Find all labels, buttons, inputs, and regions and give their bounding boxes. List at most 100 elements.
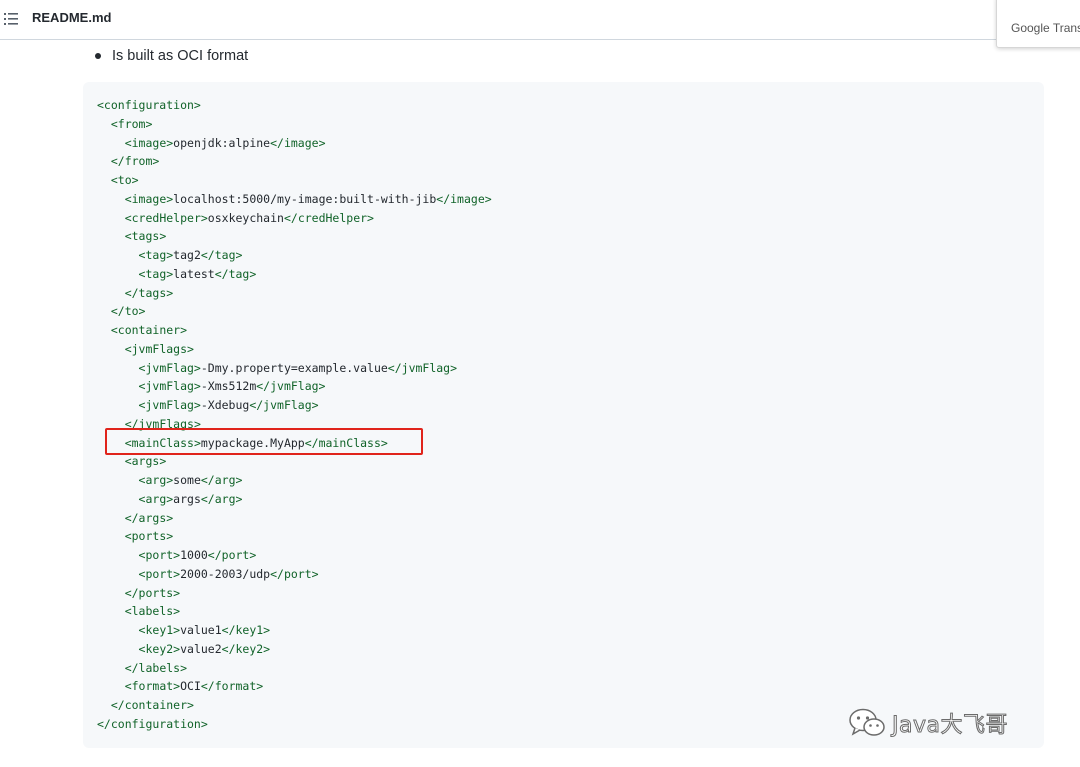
file-name: README.md	[32, 10, 112, 25]
xml-tag: <tag>	[138, 266, 174, 281]
xml-tag: </image>	[270, 135, 326, 150]
code-line: <arg>some</arg>	[97, 471, 492, 490]
xml-text: -Xms512m	[200, 379, 257, 394]
list-item: Is built as OCI format	[92, 46, 248, 66]
xml-text: -Xdebug	[200, 398, 250, 412]
xml-tag: </container>	[110, 698, 194, 712]
xml-tag: </from>	[110, 154, 160, 169]
file-header: README.md	[0, 0, 1080, 40]
code-line: <format>OCI</format>	[97, 677, 492, 696]
xml-tag: </ports>	[124, 585, 181, 600]
code-line: </to>	[97, 302, 492, 321]
xml-tag: <jvmFlag>	[138, 379, 201, 394]
code-line: <to>	[97, 171, 492, 190]
xml-tag: </arg>	[200, 473, 243, 487]
code-line: <tag>latest</tag>	[97, 265, 492, 284]
xml-tag: </labels>	[124, 660, 188, 675]
xml-text: openjdk:alpine	[173, 135, 271, 150]
xml-tag: </arg>	[200, 491, 243, 506]
xml-tag: </to>	[110, 304, 146, 319]
code-line: <credHelper>osxkeychain</credHelper>	[97, 209, 492, 228]
code-line: </labels>	[97, 659, 492, 678]
xml-text: args	[173, 491, 201, 506]
xml-tag: <image>	[124, 191, 174, 206]
xml-tag: <port>	[138, 548, 181, 562]
xml-tag: </port>	[207, 548, 257, 562]
code-line: <key1>value1</key1>	[97, 621, 492, 640]
xml-text: 2000-2003/udp	[180, 566, 271, 581]
watermark-text: Java大飞哥	[892, 713, 1008, 739]
xml-tag: <tag>	[138, 248, 174, 262]
code-line: <tag>tag2</tag>	[97, 246, 492, 265]
xml-tag: <jvmFlag>	[138, 360, 201, 375]
code-line: <jvmFlag>-Dmy.property=example.value</jv…	[97, 359, 492, 378]
xml-text: some	[173, 473, 201, 487]
code-line: <configuration>	[97, 96, 492, 115]
xml-tag: </tags>	[124, 285, 174, 300]
feature-list: Is built as OCI format	[92, 46, 248, 66]
code-line: <jvmFlags>	[97, 340, 492, 359]
table-of-contents-icon[interactable]	[4, 12, 18, 26]
xml-tag: </credHelper>	[283, 210, 374, 225]
xml-tag: <jvmFlags>	[124, 341, 194, 356]
watermark: Java大飞哥	[848, 705, 1008, 741]
list-item-text: Is built as OCI format	[112, 48, 249, 64]
xml-tag: </tag>	[200, 248, 243, 262]
xml-tag: <arg>	[138, 491, 174, 506]
xml-tag: <tags>	[124, 229, 167, 244]
xml-tag: <arg>	[138, 473, 174, 487]
xml-text: osxkeychain	[207, 210, 284, 225]
xml-text: -Dmy.property=example.value	[200, 360, 388, 375]
xml-text: localhost:5000/my-image:built-with-jib	[173, 191, 437, 206]
code-line: <key2>value2</key2>	[97, 640, 492, 659]
code-line: <image>localhost:5000/my-image:built-wit…	[97, 190, 492, 209]
xml-tag: <to>	[110, 173, 139, 187]
xml-tag: <port>	[138, 566, 181, 581]
google-translate-widget[interactable]: Google Translate	[996, 0, 1080, 48]
xml-tag: <configuration>	[97, 98, 201, 112]
xml-tag: <credHelper>	[124, 210, 208, 225]
xml-tag: <format>	[124, 679, 181, 694]
xml-tag: </args>	[124, 510, 174, 525]
xml-tag: <ports>	[124, 529, 174, 544]
code-line: </tags>	[97, 284, 492, 303]
xml-text: 1000	[180, 548, 208, 562]
xml-tag: </jvmFlag>	[387, 360, 458, 375]
xml-tag: <args>	[124, 454, 167, 469]
xml-tag: </jvmFlag>	[249, 398, 319, 412]
code-lines: <configuration> <from> <image>openjdk:al…	[97, 96, 492, 734]
xml-text: value2	[180, 641, 222, 656]
xml-tag: </port>	[270, 566, 319, 581]
xml-text: OCI	[180, 679, 201, 694]
xml-tag: <labels>	[124, 604, 181, 619]
code-line: <port>2000-2003/udp</port>	[97, 565, 492, 584]
highlight-box	[105, 428, 423, 455]
xml-text: tag2	[173, 248, 201, 262]
code-line: <ports>	[97, 527, 492, 546]
xml-tag: </jvmFlag>	[256, 379, 326, 394]
code-line: <port>1000</port>	[97, 546, 492, 565]
xml-text: latest	[173, 266, 215, 281]
code-line: <image>openjdk:alpine</image>	[97, 134, 492, 153]
